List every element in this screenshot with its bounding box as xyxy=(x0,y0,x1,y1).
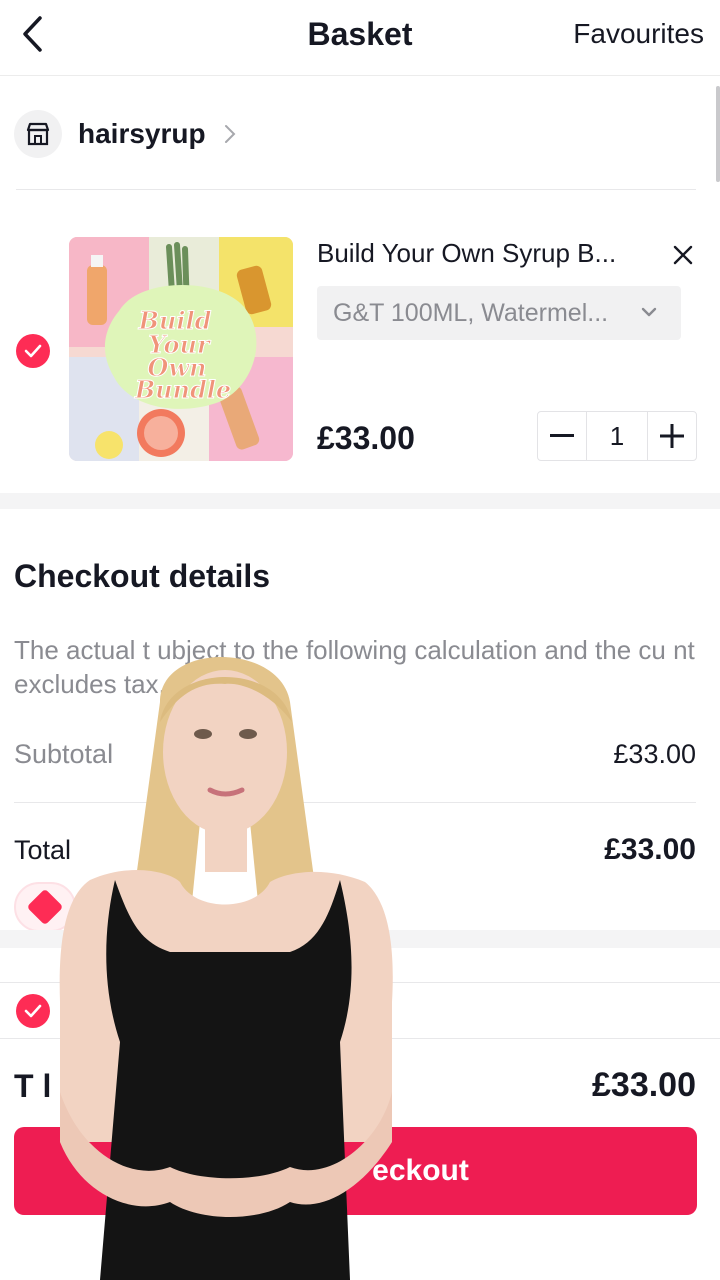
chevron-down-icon xyxy=(641,307,657,317)
product-image[interactable]: Build Your Own Bundle xyxy=(69,237,293,461)
close-icon xyxy=(673,245,693,265)
shop-row[interactable]: hairsyrup xyxy=(14,108,236,160)
header-bar: Basket Favourites xyxy=(0,0,720,76)
variant-value: G&T 100ML, Watermel... xyxy=(333,298,609,327)
decrease-quantity-button[interactable] xyxy=(538,412,586,460)
scrollbar[interactable] xyxy=(716,86,720,182)
total-value: £33.00 xyxy=(604,833,696,866)
minus-icon xyxy=(550,434,574,437)
store-icon xyxy=(14,110,62,158)
checkout-details-title: Checkout details xyxy=(14,558,271,594)
chevron-left-icon xyxy=(23,16,42,52)
presenter-overlay xyxy=(59,657,393,1280)
checkmark-icon xyxy=(24,344,42,358)
item-select-checkbox[interactable] xyxy=(16,334,50,368)
shop-name: hairsyrup xyxy=(78,118,206,149)
divider xyxy=(16,189,696,190)
chevron-right-icon xyxy=(224,125,236,143)
increase-quantity-button[interactable] xyxy=(648,412,696,460)
product-title[interactable]: Build Your Own Syrup B... xyxy=(317,238,647,269)
quantity-value[interactable]: 1 xyxy=(586,412,648,460)
item-price: £33.00 xyxy=(317,420,415,456)
back-button[interactable] xyxy=(12,12,52,56)
footer-total-value: £33.00 xyxy=(592,1066,696,1104)
quantity-stepper: 1 xyxy=(537,411,697,461)
plus-icon xyxy=(660,424,684,448)
image-text: Bundle xyxy=(134,375,231,404)
variant-dropdown[interactable]: G&T 100ML, Watermel... xyxy=(317,286,681,340)
favourites-link[interactable]: Favourites xyxy=(573,18,704,50)
subtotal-value: £33.00 xyxy=(613,739,696,769)
remove-item-button[interactable] xyxy=(668,240,698,270)
section-separator xyxy=(0,493,720,509)
